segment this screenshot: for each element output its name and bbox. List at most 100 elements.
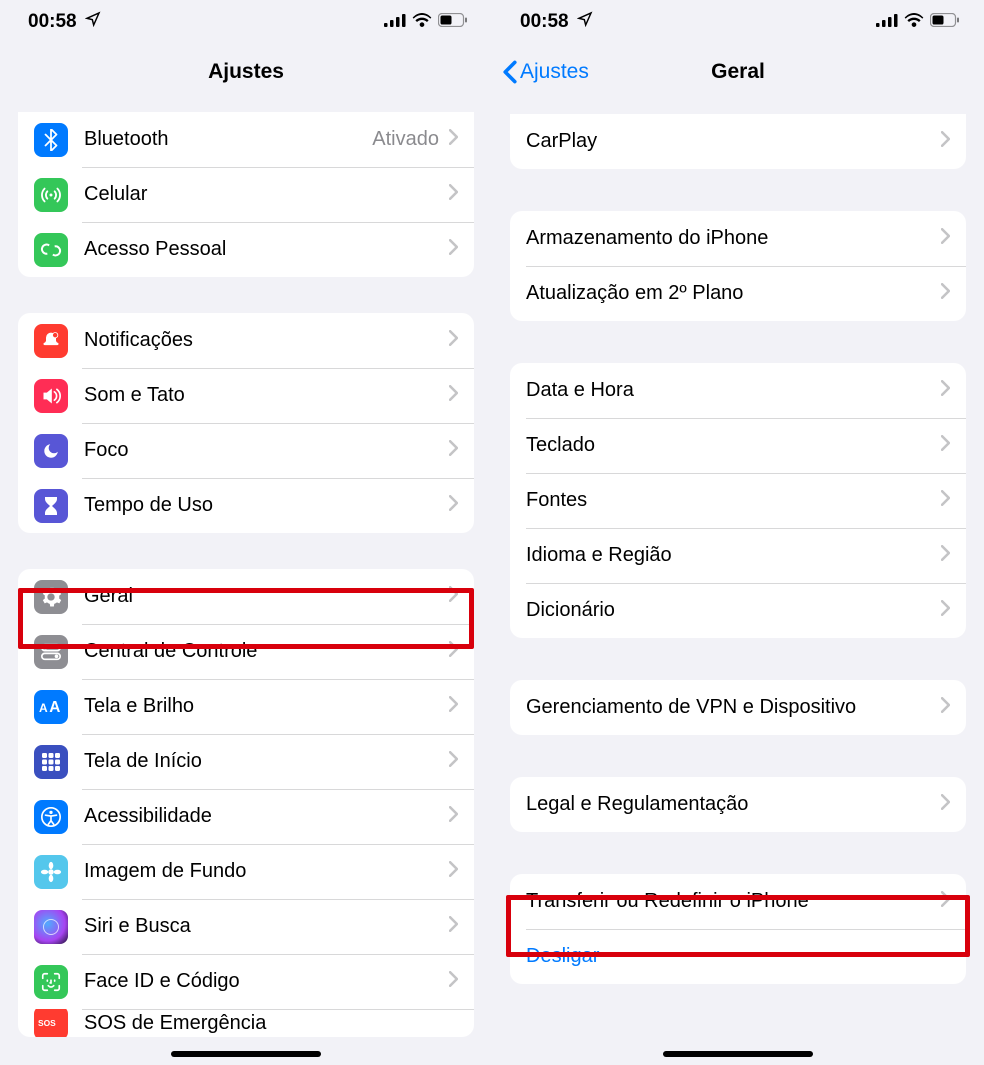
settings-group-system: Geral Central de Controle AA Tela e Bril… bbox=[18, 569, 474, 1037]
wifi-icon bbox=[412, 11, 432, 33]
chevron-right-icon bbox=[449, 916, 458, 937]
row-label: Acesso Pessoal bbox=[84, 238, 449, 261]
row-dictionary[interactable]: Dicionário bbox=[510, 583, 966, 638]
chevron-right-icon bbox=[941, 794, 950, 815]
row-label: Tempo de Uso bbox=[84, 494, 449, 517]
row-faceid[interactable]: Face ID e Código bbox=[18, 954, 474, 1009]
row-label: CarPlay bbox=[526, 130, 941, 153]
home-indicator[interactable] bbox=[663, 1051, 813, 1057]
bluetooth-icon bbox=[34, 123, 68, 157]
row-label: Dicionário bbox=[526, 599, 941, 622]
settings-group-alerts: Notificações Som e Tato Foco bbox=[18, 313, 474, 533]
general-group-carplay: CarPlay bbox=[510, 114, 966, 169]
row-screentime[interactable]: Tempo de Uso bbox=[18, 478, 474, 533]
row-hotspot[interactable]: Acesso Pessoal bbox=[18, 222, 474, 277]
row-storage[interactable]: Armazenamento do iPhone bbox=[510, 211, 966, 266]
moon-icon bbox=[34, 434, 68, 468]
general-group-vpn: Gerenciamento de VPN e Dispositivo bbox=[510, 680, 966, 735]
row-bluetooth[interactable]: Bluetooth Ativado bbox=[18, 112, 474, 167]
row-keyboard[interactable]: Teclado bbox=[510, 418, 966, 473]
back-label: Ajustes bbox=[520, 60, 589, 84]
nav-bar: Ajustes bbox=[0, 44, 492, 100]
grid-icon bbox=[34, 745, 68, 779]
location-services-icon bbox=[85, 11, 101, 33]
nav-bar: Ajustes Geral bbox=[492, 44, 984, 100]
svg-text:A: A bbox=[39, 701, 48, 715]
hourglass-icon bbox=[34, 489, 68, 523]
status-bar: 00:58 bbox=[492, 0, 984, 44]
row-label: Gerenciamento de VPN e Dispositivo bbox=[526, 696, 941, 719]
chevron-right-icon bbox=[449, 129, 458, 150]
row-carplay[interactable]: CarPlay bbox=[510, 114, 966, 169]
chevron-right-icon bbox=[941, 228, 950, 249]
chevron-right-icon bbox=[449, 971, 458, 992]
row-legal[interactable]: Legal e Regulamentação bbox=[510, 777, 966, 832]
row-notifications[interactable]: Notificações bbox=[18, 313, 474, 368]
chevron-right-icon bbox=[449, 751, 458, 772]
cellular-signal-icon bbox=[876, 11, 898, 33]
row-language-region[interactable]: Idioma e Região bbox=[510, 528, 966, 583]
status-bar: 00:58 bbox=[0, 0, 492, 44]
page-title: Ajustes bbox=[208, 60, 284, 84]
home-indicator[interactable] bbox=[171, 1051, 321, 1057]
row-datetime[interactable]: Data e Hora bbox=[510, 363, 966, 418]
row-sounds[interactable]: Som e Tato bbox=[18, 368, 474, 423]
faceid-icon bbox=[34, 965, 68, 999]
row-label: Legal e Regulamentação bbox=[526, 793, 941, 816]
back-button[interactable]: Ajustes bbox=[502, 60, 589, 84]
phone-ajustes: 00:58 Ajustes Blueto bbox=[0, 0, 492, 1065]
row-wallpaper[interactable]: Imagem de Fundo bbox=[18, 844, 474, 899]
chevron-right-icon bbox=[449, 696, 458, 717]
row-label: Central de Controle bbox=[84, 640, 449, 663]
chevron-right-icon bbox=[449, 495, 458, 516]
accessibility-icon bbox=[34, 800, 68, 834]
status-time: 00:58 bbox=[28, 11, 77, 33]
row-label: Face ID e Código bbox=[84, 970, 449, 993]
phone-geral: 00:58 Ajustes Geral CarPlay bbox=[492, 0, 984, 1065]
row-siri[interactable]: Siri e Busca bbox=[18, 899, 474, 954]
row-cellular[interactable]: Celular bbox=[18, 167, 474, 222]
bell-icon bbox=[34, 324, 68, 358]
settings-group-connectivity: Bluetooth Ativado Celular Acesso Pessoal bbox=[18, 112, 474, 277]
row-display[interactable]: AA Tela e Brilho bbox=[18, 679, 474, 734]
hotspot-icon bbox=[34, 233, 68, 267]
chevron-right-icon bbox=[941, 545, 950, 566]
row-sos[interactable]: SOS SOS de Emergência bbox=[18, 1009, 474, 1037]
battery-icon bbox=[930, 11, 960, 33]
chevron-right-icon bbox=[449, 861, 458, 882]
row-accessibility[interactable]: Acessibilidade bbox=[18, 789, 474, 844]
row-transfer-reset[interactable]: Transferir ou Redefinir o iPhone bbox=[510, 874, 966, 929]
row-value: Ativado bbox=[372, 128, 439, 151]
row-general[interactable]: Geral bbox=[18, 569, 474, 624]
chevron-right-icon bbox=[941, 131, 950, 152]
chevron-right-icon bbox=[941, 283, 950, 304]
wallpaper-icon bbox=[34, 855, 68, 889]
row-focus[interactable]: Foco bbox=[18, 423, 474, 478]
status-time: 00:58 bbox=[520, 11, 569, 33]
chevron-right-icon bbox=[449, 641, 458, 662]
chevron-right-icon bbox=[941, 380, 950, 401]
row-label: SOS de Emergência bbox=[84, 1012, 458, 1035]
row-background-refresh[interactable]: Atualização em 2º Plano bbox=[510, 266, 966, 321]
gear-icon bbox=[34, 580, 68, 614]
general-group-reset: Transferir ou Redefinir o iPhone Desliga… bbox=[510, 874, 966, 984]
chevron-right-icon bbox=[449, 184, 458, 205]
textsize-icon: AA bbox=[34, 690, 68, 724]
row-fonts[interactable]: Fontes bbox=[510, 473, 966, 528]
row-shutdown[interactable]: Desligar bbox=[510, 929, 966, 984]
row-label: Siri e Busca bbox=[84, 915, 449, 938]
chevron-right-icon bbox=[449, 330, 458, 351]
row-vpn-device-management[interactable]: Gerenciamento de VPN e Dispositivo bbox=[510, 680, 966, 735]
location-services-icon bbox=[577, 11, 593, 33]
row-homescreen[interactable]: Tela de Início bbox=[18, 734, 474, 789]
svg-text:SOS: SOS bbox=[38, 1018, 56, 1028]
chevron-right-icon bbox=[449, 586, 458, 607]
chevron-right-icon bbox=[449, 440, 458, 461]
row-label: Fontes bbox=[526, 489, 941, 512]
row-label: Armazenamento do iPhone bbox=[526, 227, 941, 250]
siri-icon bbox=[34, 910, 68, 944]
row-label: Data e Hora bbox=[526, 379, 941, 402]
row-control-center[interactable]: Central de Controle bbox=[18, 624, 474, 679]
row-label: Desligar bbox=[526, 945, 950, 968]
chevron-right-icon bbox=[941, 891, 950, 912]
